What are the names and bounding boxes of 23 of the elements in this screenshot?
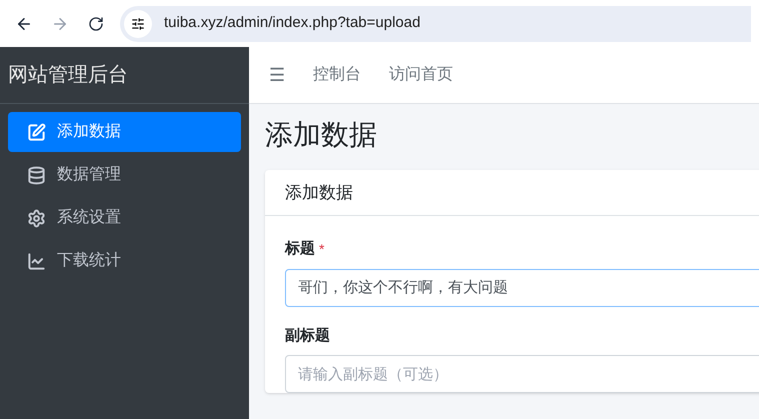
nav-link[interactable]: 控制台 — [313, 63, 361, 87]
card-title: 添加数据 — [285, 182, 353, 204]
sidebar-item[interactable]: 数据管理 — [8, 155, 241, 195]
text-input[interactable]: 请输入副标题（可选） — [285, 355, 759, 393]
text-input[interactable]: 哥们，你这个不行啊，有大问题 — [285, 268, 759, 306]
sidebar-item[interactable]: 下载统计 — [8, 241, 241, 281]
line-chart-icon — [27, 252, 46, 270]
settings-icon — [27, 208, 46, 228]
database-icon — [27, 166, 46, 184]
required-mark: * — [319, 240, 324, 259]
url-text: tuiba.xyz/admin/index.php?tab=upload — [164, 13, 420, 34]
page-title: 添加数据 — [265, 121, 378, 149]
address-bar[interactable]: tuiba.xyz/admin/index.php?tab=upload — [120, 6, 751, 42]
menu-button[interactable]: ☰ — [269, 62, 285, 88]
edit-icon — [27, 122, 46, 142]
field-label: 标题 — [285, 239, 315, 259]
brand-title: 网站管理后台 — [8, 63, 128, 88]
site-settings-icon[interactable] — [124, 10, 152, 38]
nav-link[interactable]: 访问首页 — [389, 63, 453, 87]
sidebar-item[interactable]: 系统设置 — [8, 198, 241, 238]
sidebar-item[interactable]: 添加数据 — [8, 112, 241, 152]
field-label: 副标题 — [285, 326, 330, 346]
reload-icon — [88, 16, 104, 32]
